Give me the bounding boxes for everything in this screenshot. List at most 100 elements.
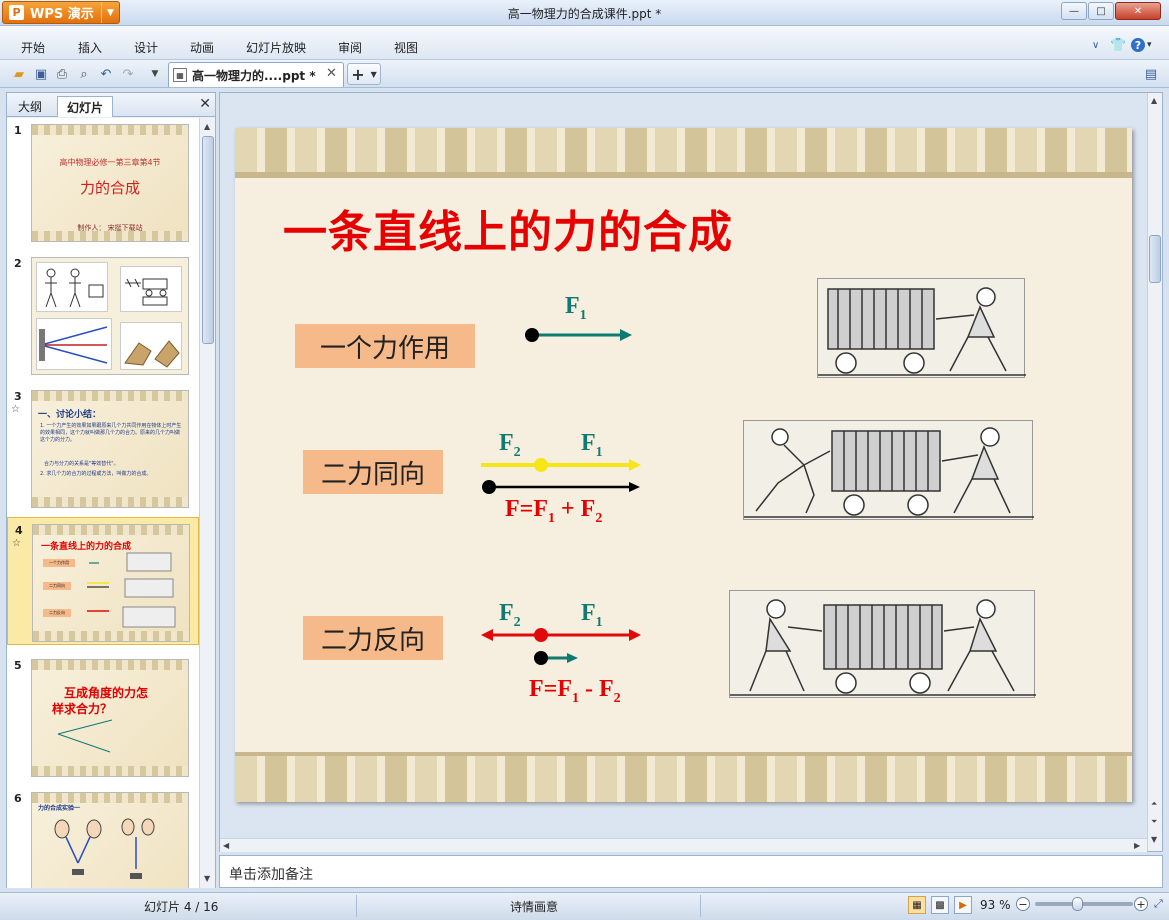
save-icon[interactable]: ▣ (32, 65, 50, 83)
scroll-down-icon[interactable]: ▼ (204, 874, 210, 883)
slide-thumbnail-3[interactable]: 3 ☆ 一、讨论小结： 1. 一个力产生的效果如果跟原来几个力共同作用在物体上时… (7, 384, 199, 509)
slide-thumbnail-6[interactable]: 6 力的合成实验一 (7, 786, 199, 888)
thumb-preview: 一条直线上的力的合成 一个力作用 二力同向 二力反向 (32, 524, 190, 642)
close-tab-icon[interactable]: ✕ (326, 66, 337, 81)
label-opposite-direction[interactable]: 二力反向 (303, 616, 443, 660)
thumb-image (36, 318, 112, 370)
scroll-thumb[interactable] (202, 136, 214, 344)
decorative-border-band (235, 172, 1132, 178)
new-tab-button[interactable]: + ▼ (347, 63, 381, 85)
subscript: 2 (513, 444, 521, 460)
menu-bar (0, 26, 1169, 60)
thumb-diagram (87, 552, 176, 628)
previous-slide-icon[interactable]: ⏶ (1151, 799, 1157, 809)
label-f1: F1 (565, 293, 587, 324)
editor-vertical-scrollbar[interactable]: ▲ ⏶ ⏷ ▼ (1147, 93, 1162, 851)
redo-icon[interactable]: ↷ (119, 65, 137, 83)
thumb-image (120, 266, 182, 312)
slide-thumbnail-2[interactable]: 2 (7, 251, 199, 376)
animation-star-icon: ☆ (12, 538, 21, 549)
scroll-up-icon[interactable]: ▲ (204, 122, 210, 131)
zoom-level[interactable]: 93 % (980, 898, 1011, 912)
eq-part: F=F (505, 496, 548, 522)
decorative-border-top (235, 128, 1132, 174)
subscript: 1 (579, 307, 587, 323)
notes-pane[interactable]: 单击添加备注 (219, 855, 1163, 888)
menu-slideshow[interactable]: 幻灯片放映 (246, 39, 306, 56)
open-folder-icon[interactable]: ▰ (10, 65, 28, 83)
thumb-image (36, 262, 108, 312)
zoom-out-icon[interactable]: − (1016, 897, 1030, 911)
slide-thumbnail-1[interactable]: 1 高中物理必修一第三章第4节 力的合成 制作人： 宋挺下载站 (7, 118, 199, 243)
menu-design[interactable]: 设计 (134, 39, 158, 56)
close-pane-icon[interactable]: ✕ (199, 96, 211, 112)
thumb-border (33, 631, 189, 641)
same-direction-arrows[interactable] (479, 454, 649, 502)
image-push-and-pull-cart[interactable] (743, 420, 1034, 520)
maximize-button[interactable]: □ (1088, 2, 1114, 20)
editor-horizontal-scrollbar[interactable]: ◀ ▶ (220, 838, 1147, 852)
thumb-number: 1 (14, 124, 22, 137)
thumb-text: 2. 求几个力的合力的过程或方法，叫做力的合成。 (40, 471, 152, 477)
subscript: 2 (613, 690, 621, 706)
scroll-down-icon[interactable]: ▼ (1151, 835, 1157, 844)
scroll-left-icon[interactable]: ◀ (223, 841, 229, 850)
image-opposite-pull-cart[interactable] (729, 590, 1036, 698)
status-divider (700, 895, 701, 917)
help-dropdown-icon[interactable]: ▾ (1147, 40, 1152, 50)
thumb-diagram (57, 719, 113, 753)
plus-icon: + (351, 64, 365, 84)
menu-insert[interactable]: 插入 (78, 39, 102, 56)
thumb-number: 6 (14, 792, 22, 805)
skin-icon[interactable]: 👕 (1110, 38, 1126, 53)
zoom-slider-knob[interactable] (1072, 897, 1083, 911)
slideshow-play-icon[interactable]: ▶ (954, 896, 972, 914)
equation-difference: F=F1 - F2 (529, 676, 621, 707)
ribbon-collapse-icon[interactable]: ∨ (1092, 40, 1099, 51)
zoom-slider-track[interactable] (1035, 902, 1133, 906)
minimize-button[interactable]: — (1061, 2, 1087, 20)
menu-view[interactable]: 视图 (394, 39, 418, 56)
subscript: 1 (595, 444, 603, 460)
label-f2: F2 (499, 600, 521, 631)
toolbar-dropdown-icon[interactable]: ▼ (146, 65, 164, 83)
close-window-button[interactable]: ✕ (1115, 2, 1161, 20)
label-same-direction[interactable]: 二力同向 (303, 450, 443, 494)
scroll-up-icon[interactable]: ▲ (1151, 96, 1157, 105)
next-slide-icon[interactable]: ⏷ (1151, 817, 1157, 827)
zoom-in-icon[interactable]: + (1134, 897, 1148, 911)
slides-pane: 大纲 幻灯片 ✕ 1 高中物理必修一第三章第4节 力的合成 制作人： 宋挺下载站… (6, 92, 216, 888)
tab-outline[interactable]: 大纲 (9, 96, 51, 117)
menu-animation[interactable]: 动画 (190, 39, 214, 56)
tab-slides[interactable]: 幻灯片 (57, 96, 114, 117)
menu-home[interactable]: 开始 (21, 39, 45, 56)
slide-sorter-icon[interactable]: ▩ (931, 896, 949, 914)
document-tab[interactable]: ▦ 高一物理力的....ppt * (168, 62, 344, 87)
title-bar: P WPS 演示 ▼ 高一物理力的合成课件.ppt * — □ ✕ (0, 0, 1169, 26)
slide-thumbnail-5[interactable]: 5 互成角度的力怎 样求合力？ (7, 653, 199, 778)
subscript: 1 (572, 690, 579, 706)
label-one-force[interactable]: 一个力作用 (295, 324, 475, 368)
print-preview-icon[interactable]: ⌕ (75, 65, 93, 83)
scroll-thumb[interactable] (1149, 235, 1161, 283)
normal-view-icon[interactable]: ▦ (908, 896, 926, 914)
image-one-person-pulling-cart[interactable] (817, 278, 1026, 378)
slide-title[interactable]: 一条直线上的力的合成 (283, 196, 733, 260)
thumbnail-scrollbar[interactable]: ▲ ▼ (199, 118, 215, 888)
thumb-border (32, 766, 188, 776)
fit-to-window-icon[interactable]: ⤢ (1154, 897, 1163, 911)
undo-icon[interactable]: ↶ (97, 65, 115, 83)
eq-part: - F (579, 676, 614, 702)
thumb-preview: 一、讨论小结： 1. 一个力产生的效果如果跟原来几个力共同作用在物体上时产生的效… (31, 390, 189, 508)
thumb-text: 力的合成 (79, 179, 140, 197)
scroll-right-icon[interactable]: ▶ (1134, 841, 1140, 850)
thumb-preview: 力的合成实验一 (31, 792, 189, 888)
slide-canvas[interactable]: 一条直线上的力的合成 一个力作用 F1 二力同向 F2 F1 F=F1 + F2 (235, 128, 1132, 802)
label-f1: F1 (581, 600, 603, 631)
ppt-file-icon: ▦ (173, 68, 187, 82)
menu-review[interactable]: 审阅 (338, 39, 362, 56)
help-icon[interactable]: ? (1131, 38, 1145, 52)
slide-thumbnail-4[interactable]: 4 ☆ 一条直线上的力的合成 一个力作用 二力同向 二力反向 (7, 517, 199, 645)
print-icon[interactable]: ⎙ (53, 65, 71, 83)
panel-toggle-icon[interactable]: ▤ (1142, 65, 1160, 83)
